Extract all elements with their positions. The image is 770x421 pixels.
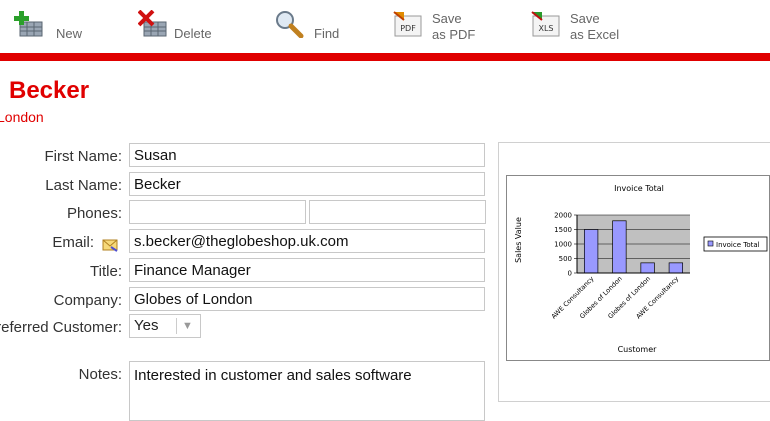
pdf-icon-text: PDF (400, 24, 416, 33)
excel-file-icon: XLS (531, 11, 560, 37)
first-name-label: First Name: (44, 148, 122, 165)
phone-1-field[interactable] (129, 200, 306, 224)
preferred-customer-value: Yes (134, 317, 159, 334)
save-pdf-button[interactable]: PDF Save as PDF (392, 6, 492, 50)
contact-name: Becker (9, 77, 90, 104)
chart-bar (612, 220, 627, 274)
delete-record-icon (138, 10, 167, 37)
chart-y-axis-label: Sales Value (514, 217, 523, 263)
title-field[interactable]: Finance Manager (129, 258, 485, 282)
chart-bar (668, 262, 684, 274)
email-field[interactable]: s.becker@theglobeshop.uk.com (129, 229, 485, 253)
chart-y-tick-label: 1000 (554, 241, 572, 249)
notes-field[interactable]: Interested in customer and sales softwar… (129, 361, 485, 421)
magnifier-icon (276, 11, 304, 38)
title-label: Title: (90, 263, 122, 280)
chart-legend: Invoice Total (703, 236, 768, 252)
invoice-chart-svg: Invoice Total Sales Value Customer 0 500 1… (514, 184, 768, 354)
header-divider (0, 53, 770, 61)
find-label: Find (314, 26, 340, 41)
chart-y-ticks: 0 500 1000 1500 2000 (554, 212, 577, 278)
chart-bar (640, 262, 655, 274)
phones-label: Phones: (66, 205, 122, 222)
select-divider (176, 318, 177, 334)
delete-button[interactable]: Delete (138, 6, 228, 50)
first-name-field[interactable]: Susan (129, 143, 485, 167)
email-compose-icon[interactable] (102, 238, 118, 252)
email-label: Email: (52, 234, 94, 251)
chart-bar (583, 229, 599, 274)
chart-x-axis-label: Customer (618, 345, 658, 354)
save-pdf-label-2: as PDF (432, 27, 476, 42)
save-pdf-label-1: Save (432, 11, 462, 26)
preferred-customer-label: Preferred Customer: (0, 319, 122, 336)
chart-y-tick-label: 2000 (554, 212, 572, 220)
save-excel-button[interactable]: XLS Save as Excel (530, 6, 640, 50)
invoice-chart: Invoice Total Sales Value Customer 0 500 1… (506, 175, 770, 361)
pdf-file-icon: PDF (393, 11, 422, 37)
save-excel-label-2: as Excel (570, 27, 620, 42)
delete-label: Delete (174, 26, 212, 41)
new-button[interactable]: New (14, 6, 94, 50)
legend-label: Invoice Total (716, 241, 760, 249)
company-label: Company: (53, 292, 122, 309)
preferred-customer-select[interactable]: Yes ▼ (129, 314, 201, 338)
last-name-label: Last Name: (45, 177, 122, 194)
last-name-field[interactable]: Becker (129, 172, 485, 196)
dropdown-arrow-icon[interactable]: ▼ (182, 315, 193, 337)
chart-y-tick-label: 0 (568, 270, 572, 278)
chart-title: Invoice Total (614, 184, 664, 193)
chart-y-tick-label: 1500 (554, 226, 572, 234)
new-record-icon (14, 11, 43, 37)
save-excel-label-1: Save (570, 11, 600, 26)
phone-2-field[interactable] (309, 200, 486, 224)
xls-icon-text: XLS (538, 24, 553, 33)
company-field[interactable]: Globes of London (129, 287, 485, 311)
new-label: New (56, 26, 83, 41)
legend-swatch (707, 240, 714, 247)
notes-label: Notes: (78, 366, 122, 383)
contact-city: London (0, 109, 44, 125)
toolbar: New Delete Find PDF Save as PDF XLS Save… (0, 0, 770, 52)
find-button[interactable]: Find (274, 6, 354, 50)
chart-x-ticks: AWE ConsultancyGlobes of LondonGlobes of… (550, 275, 681, 321)
chart-y-tick-label: 500 (559, 255, 572, 263)
